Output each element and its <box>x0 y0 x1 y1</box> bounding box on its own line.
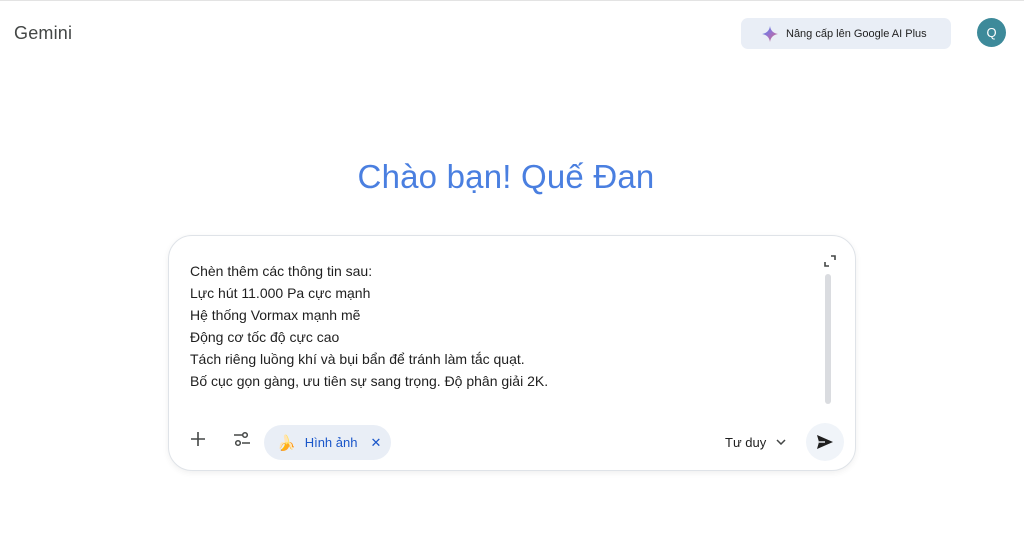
add-button[interactable] <box>185 426 211 452</box>
avatar[interactable]: Q <box>977 18 1006 47</box>
close-icon[interactable]: ✕ <box>370 435 381 451</box>
upgrade-label: Nâng cấp lên Google AI Plus <box>786 27 927 40</box>
chevron-down-icon <box>776 439 786 445</box>
prompt-line: Tách riêng luồng khí và bụi bẩn để tránh… <box>190 351 525 367</box>
scrollbar[interactable] <box>825 274 831 404</box>
prompt-line: Chèn thêm các thông tin sau: <box>190 263 373 279</box>
top-divider <box>0 0 1024 1</box>
mode-label: Tư duy <box>725 434 767 450</box>
plus-icon <box>191 432 205 446</box>
expand-icon[interactable] <box>824 255 836 267</box>
send-icon <box>817 435 833 449</box>
prompt-line: Lực hút 11.000 Pa cực mạnh <box>190 285 371 301</box>
prompt-input[interactable]: Chèn thêm các thông tin sau: Lực hút 11.… <box>190 260 810 392</box>
tools-icon <box>234 431 250 447</box>
send-button[interactable] <box>806 423 844 461</box>
tools-button[interactable] <box>229 426 255 452</box>
scrollbar-thumb[interactable] <box>825 274 831 404</box>
mode-selector[interactable]: Tư duy <box>725 432 786 452</box>
banana-icon: 🍌 <box>277 434 296 452</box>
greeting-title: Chào bạn! Quế Đan <box>357 158 655 195</box>
chip-label: Hình ảnh <box>304 435 358 450</box>
image-mode-chip[interactable]: 🍌 Hình ảnh ✕ <box>264 425 391 460</box>
sparkle-icon <box>762 25 778 42</box>
prompt-composer[interactable]: Chèn thêm các thông tin sau: Lực hút 11.… <box>168 235 856 471</box>
prompt-line: Động cơ tốc độ cực cao <box>190 329 340 345</box>
prompt-line: Bố cục gọn gàng, ưu tiên sự sang trọng. … <box>190 373 549 389</box>
upgrade-button[interactable]: Nâng cấp lên Google AI Plus <box>741 18 951 49</box>
prompt-line: Hệ thống Vormax mạnh mẽ <box>190 307 361 323</box>
app-logo[interactable]: Gemini <box>14 23 72 44</box>
